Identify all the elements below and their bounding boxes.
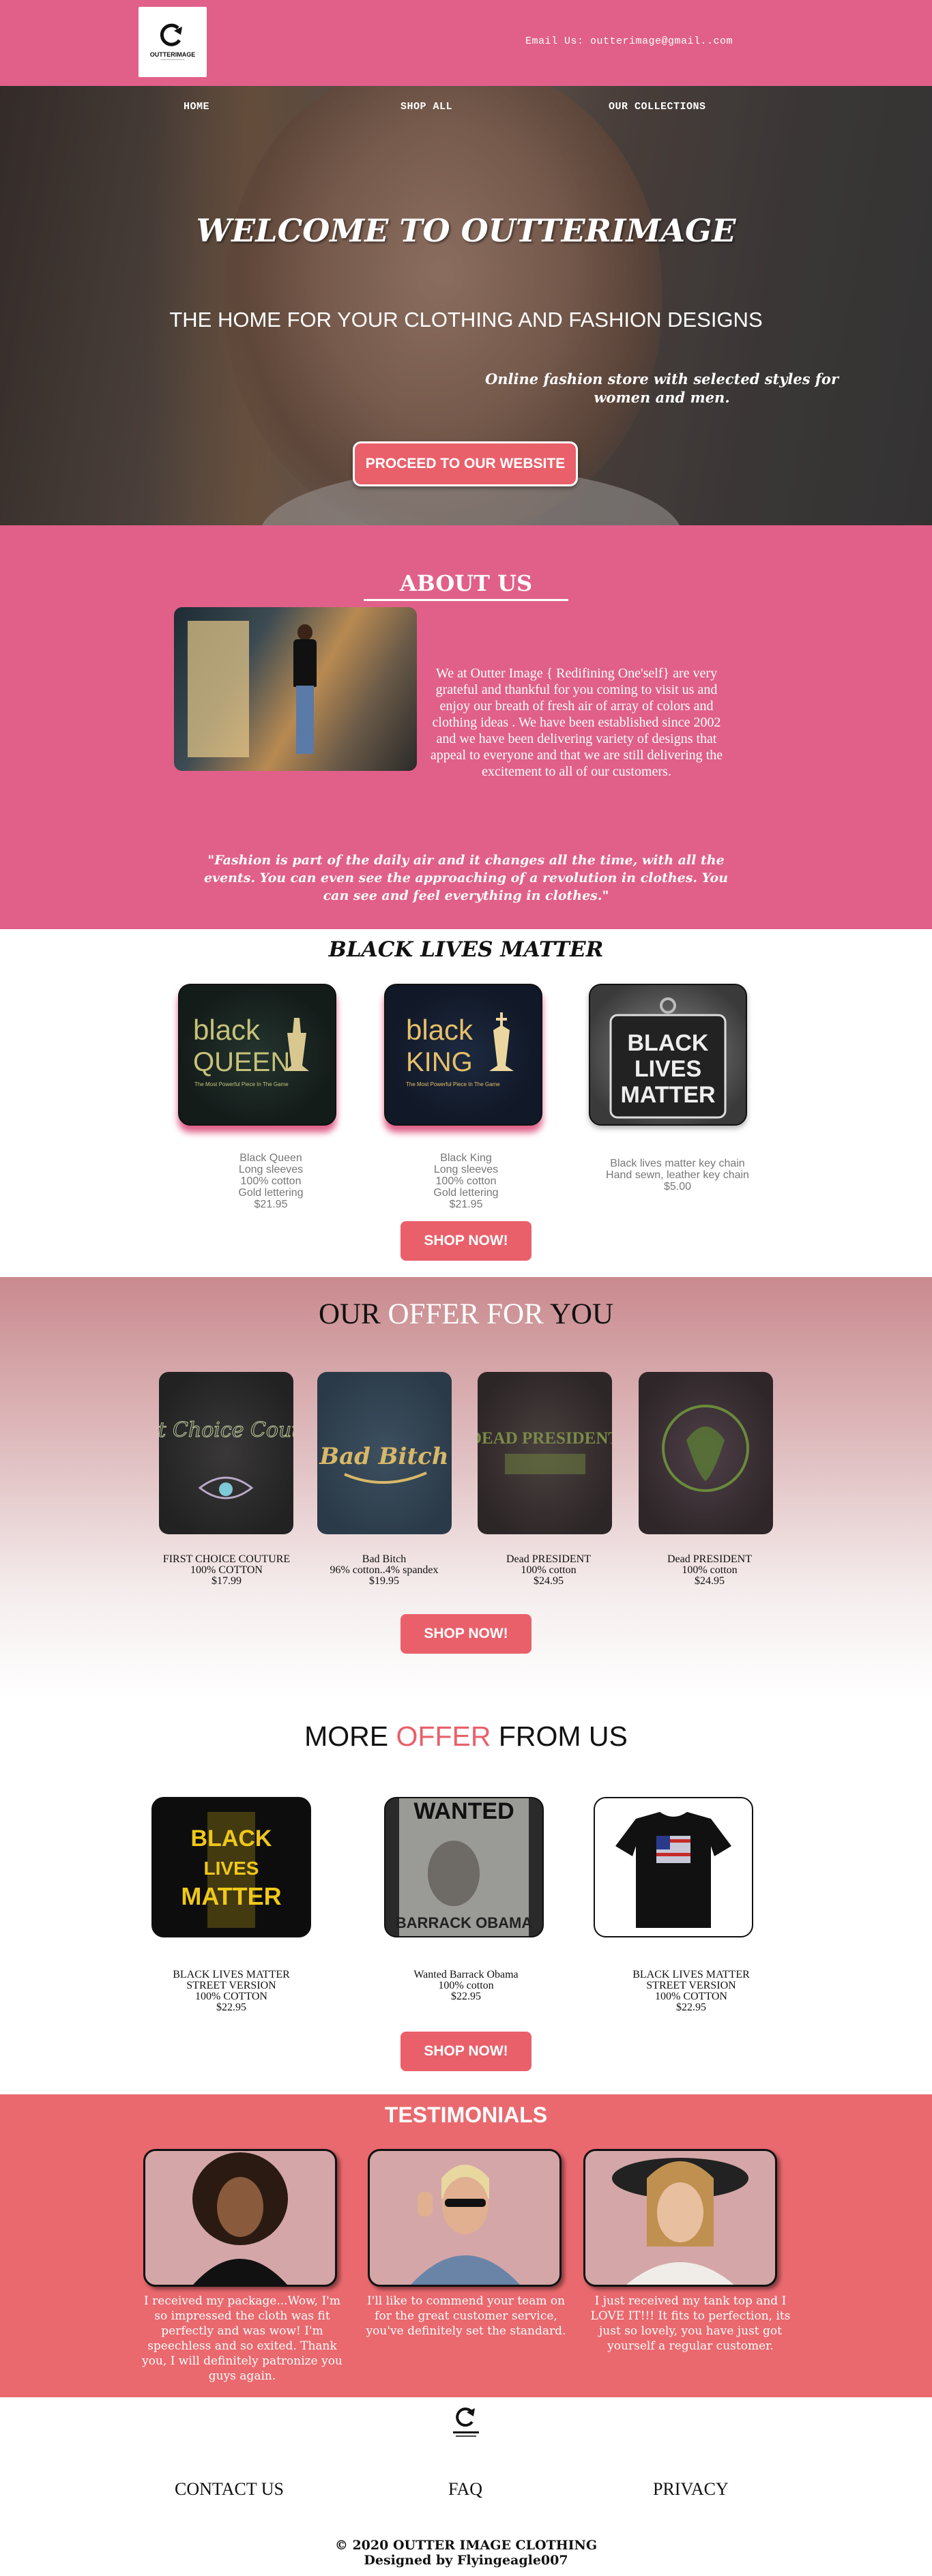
svg-text:black: black	[193, 1014, 261, 1046]
product-card-blm-street[interactable]: BLACK LIVES MATTER	[151, 1797, 311, 1937]
about-text: We at Outter Image { Redifining One'self…	[430, 666, 723, 779]
shop-now-button-blm[interactable]: SHOP NOW!	[401, 1221, 531, 1261]
svg-text:DEAD PRESIDENT: DEAD PRESIDENT	[478, 1429, 612, 1448]
site-logo[interactable]: OUTTERIMAGE ———————	[139, 7, 207, 77]
testimonials-title: TESTIMONIALS	[384, 2103, 548, 2127]
blm-keychain-art: BLACK LIVES MATTER	[609, 997, 727, 1119]
footer-logo-icon[interactable]	[443, 2401, 489, 2442]
about-photo-person	[293, 624, 317, 757]
product-card-first-choice[interactable]: First Choice Couture	[159, 1372, 293, 1534]
svg-text:black: black	[406, 1014, 474, 1046]
shop-now-button-offer[interactable]: SHOP NOW!	[401, 1614, 531, 1654]
offer-title: OUR OFFER FOR YOU	[318, 1298, 614, 1330]
testimonial-photo-2	[368, 2149, 562, 2287]
copyright-text: © 2020 OUTTER IMAGE CLOTHING	[334, 2538, 598, 2553]
blm-section: BLACK LIVES MATTER black QUEEN The Most …	[0, 929, 932, 1277]
svg-text:BARRACK OBAMA: BARRACK OBAMA	[396, 1914, 533, 1931]
bad-bitch-art: Bad Bitch	[319, 1443, 449, 1484]
testimonial-photo-1	[143, 2149, 337, 2287]
logo-text: OUTTERIMAGE	[149, 50, 196, 58]
product-card-dead-president-2[interactable]	[639, 1372, 773, 1534]
about-photo-doorway	[188, 621, 249, 757]
product-caption-black-king: Black King Long sleeves 100% cotton Gold…	[433, 1152, 499, 1210]
avatar	[612, 2158, 748, 2285]
product-caption-dead-president-2: Dead PRESIDENT 100% cotton $24.95	[667, 1553, 752, 1587]
proceed-button[interactable]: PROCEED TO OUR WEBSITE	[353, 441, 578, 486]
svg-text:QUEEN: QUEEN	[193, 1047, 290, 1077]
logo-subtext: ———————	[160, 57, 185, 62]
tshirt-art	[615, 1812, 731, 1928]
nav-home[interactable]: HOME	[184, 101, 209, 113]
svg-text:KING: KING	[406, 1047, 473, 1077]
product-card-blm-street-2[interactable]	[594, 1797, 753, 1937]
about-section: ABOUT US We at Outter Image { Redifining…	[0, 525, 932, 929]
product-card-black-queen[interactable]: black QUEEN The Most Powerful Piece In T…	[178, 984, 336, 1126]
product-caption-wanted-obama: Wanted Barrack Obama 100% cotton $22.95	[413, 1969, 519, 2002]
black-king-art: black KING The Most Powerful Piece In Th…	[406, 1012, 514, 1087]
testimonials-section: TESTIMONIALS I received my package...Wow…	[0, 2094, 932, 2397]
footer-link-contact[interactable]: CONTACT US	[175, 2479, 284, 2500]
product-caption-blm-street-2: BLACK LIVES MATTER STREET VERSION 100% C…	[632, 1969, 750, 2013]
svg-text:WANTED: WANTED	[413, 1798, 514, 1824]
footer: CONTACT US FAQ PRIVACY © 2020 OUTTER IMA…	[0, 2397, 932, 2576]
hero-subtitle: THE HOME FOR YOUR CLOTHING AND FASHION D…	[169, 308, 763, 332]
svg-text:BLACK: BLACK	[191, 1826, 272, 1852]
dead-president-2-art	[662, 1405, 749, 1492]
shop-now-button-more[interactable]: SHOP NOW!	[401, 2032, 531, 2071]
nav-our-collections[interactable]: OUR COLLECTIONS	[609, 101, 706, 113]
product-caption-blm-keychain: Black lives matter key chain Hand sewn, …	[606, 1158, 749, 1192]
hero-banner: HOME SHOP ALL OUR COLLECTIONS WELCOME TO…	[0, 86, 932, 525]
product-card-wanted-obama[interactable]: WANTED BARRACK OBAMA	[384, 1797, 544, 1937]
svg-text:MATTER: MATTER	[620, 1082, 715, 1108]
about-title: ABOUT US	[399, 570, 533, 596]
blm-street-art: BLACK LIVES MATTER	[181, 1812, 282, 1928]
svg-text:BLACK: BLACK	[628, 1030, 709, 1056]
svg-text:First Choice Couture: First Choice Couture	[159, 1418, 293, 1442]
blm-title: BLACK LIVES MATTER	[328, 937, 604, 962]
testimonial-photo-3	[583, 2149, 777, 2287]
product-card-dead-president-1[interactable]: DEAD PRESIDENT	[478, 1372, 612, 1534]
footer-link-faq[interactable]: FAQ	[448, 2479, 482, 2500]
footer-link-privacy[interactable]: PRIVACY	[653, 2479, 729, 2500]
product-caption-dead-president-1: Dead PRESIDENT 100% cotton $24.95	[506, 1553, 591, 1587]
svg-text:LIVES: LIVES	[635, 1056, 701, 1082]
product-caption-first-choice: FIRST CHOICE COUTURE 100% COTTON $17.99	[162, 1553, 291, 1587]
hero-tagline: Online fashion store with selected style…	[484, 370, 839, 406]
wanted-obama-art: WANTED BARRACK OBAMA	[396, 1798, 533, 1936]
email-contact[interactable]: Email Us: outterimage@gmail..com	[525, 35, 733, 47]
testimonial-text-2: I'll like to commend your team on for th…	[366, 2294, 566, 2338]
svg-text:The Most Powerful Piece In The: The Most Powerful Piece In The Game	[194, 1081, 289, 1087]
top-bar: OUTTERIMAGE ——————— Email Us: outterimag…	[0, 0, 932, 86]
product-caption-black-queen: Black Queen Long sleeves 100% cotton Gol…	[238, 1152, 304, 1210]
nav-shop-all[interactable]: SHOP ALL	[401, 101, 452, 113]
first-choice-art: First Choice Couture	[159, 1418, 293, 1499]
product-card-blm-keychain[interactable]: BLACK LIVES MATTER	[589, 984, 747, 1126]
dead-president-art: DEAD PRESIDENT	[478, 1429, 612, 1474]
svg-text:MATTER: MATTER	[181, 1882, 281, 1910]
hero-title: WELCOME TO OUTTERIMAGE	[196, 212, 736, 249]
testimonial-text-1: I received my package...Wow, I'm so impr…	[142, 2294, 343, 2383]
product-caption-blm-street: BLACK LIVES MATTER STREET VERSION 100% C…	[173, 1969, 290, 2013]
product-card-black-king[interactable]: black KING The Most Powerful Piece In Th…	[384, 984, 542, 1126]
product-card-bad-bitch[interactable]: Bad Bitch	[317, 1372, 452, 1534]
avatar	[192, 2152, 288, 2285]
product-caption-bad-bitch: Bad Bitch 96% cotton..4% spandex $19.95	[330, 1553, 439, 1587]
designer-credit: Designed by Flyingeagle007	[364, 2553, 568, 2568]
more-offer-title: MORE OFFER FROM US	[304, 1721, 628, 1752]
black-queen-art: black QUEEN The Most Powerful Piece In T…	[193, 1014, 309, 1087]
logo-mark-icon	[160, 23, 182, 46]
svg-text:Bad Bitch: Bad Bitch	[319, 1443, 448, 1470]
svg-text:The Most Powerful Piece In The: The Most Powerful Piece In The Game	[406, 1081, 500, 1087]
testimonial-text-3: I just received my tank top and I LOVE I…	[590, 2294, 791, 2353]
avatar	[411, 2165, 520, 2285]
about-photo	[174, 607, 417, 771]
about-title-underline	[364, 599, 568, 601]
offer-section: OUR OFFER FOR YOU First Choice Couture B…	[0, 1277, 932, 1699]
about-quote: "Fashion is part of the daily air and it…	[203, 853, 729, 903]
svg-text:LIVES: LIVES	[204, 1858, 259, 1879]
more-offer-section: MORE OFFER FROM US BLACK LIVES MATTER WA…	[0, 1699, 932, 2094]
copyright: © 2020 OUTTER IMAGE CLOTHING Designed by…	[0, 2538, 932, 2568]
